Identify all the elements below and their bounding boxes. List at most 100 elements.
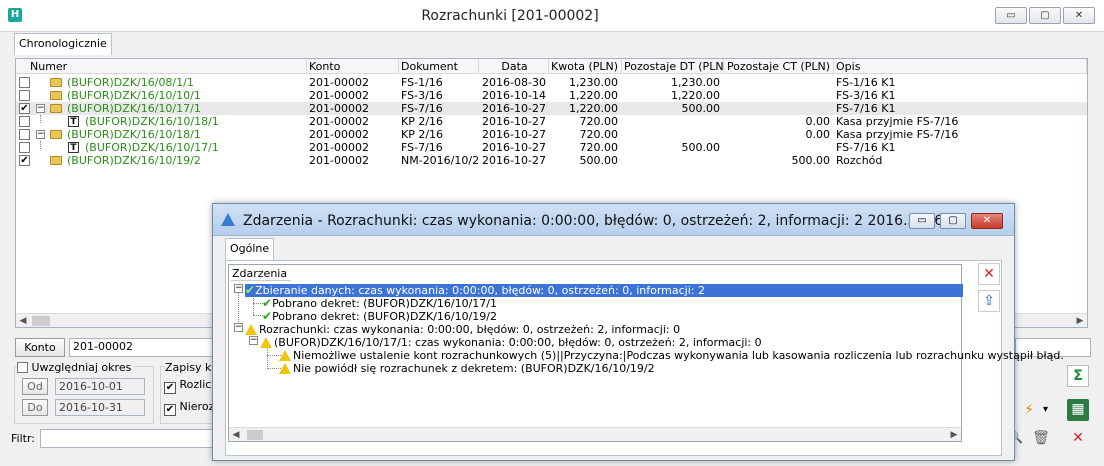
cell-opis: Rozchód [836,154,883,167]
tab-chronologicznie[interactable]: Chronologicznie [14,33,112,55]
trash-button[interactable]: 🗑 [1030,428,1052,450]
cell-dt: 1,220.00 [671,89,720,102]
tree-item-pobrano-2[interactable]: ✔Pobrano dekret: (BUFOR)DZK/16/10/19/2 [262,309,497,324]
folder-icon [50,104,62,113]
row-checkbox[interactable]: ✔ [19,155,30,166]
scroll-right-icon[interactable]: ▶ [1073,314,1087,328]
expander-dzk-17-1[interactable]: − [249,336,258,345]
tree-item-niemozliwe-ustalenie[interactable]: Niemożliwe ustalenie kont rozrachunkowyc… [279,349,1064,362]
col-header-kwota[interactable]: Kwota (PLN) [549,59,622,74]
dialog-maximize-button[interactable]: ▢ [940,213,966,229]
cell-konto: 201-00002 [309,128,369,141]
table-row[interactable]: T (BUFOR)DZK/16/10/17/1 201-00002 FS-7/16 20… [16,141,1087,154]
table-row[interactable]: T (BUFOR)DZK/16/10/18/1 201-00002 KP 2/16 20… [16,115,1087,128]
uwzgledniaj-okres-checkbox-row[interactable]: Uwzględniaj okres [17,361,135,374]
scroll-left-icon[interactable]: ◀ [16,314,30,328]
check-icon: ✔ [262,309,273,323]
col-header-dokument[interactable]: Dokument [399,59,479,74]
row-checkbox[interactable] [19,129,30,140]
cell-kwota: 720.00 [579,141,619,154]
tree-item-zbieranie-danych[interactable]: ✔Zbieranie danych: czas wykonania: 0:00:… [245,284,963,297]
export-icon: ⇪ [983,293,995,309]
col-header-pozostaje-ct[interactable]: Pozostaje CT (PLN) [724,59,834,74]
od-button[interactable]: Od [22,378,48,395]
cell-data: 2016-10-27 [482,102,546,115]
row-expander[interactable]: − [36,104,45,113]
lightning-icon: ⚡ [1024,402,1034,418]
scroll-thumb[interactable] [247,430,263,440]
tree-horizontal-scrollbar[interactable]: ◀ ▶ [229,427,961,441]
scroll-right-icon[interactable]: ▶ [947,428,961,442]
rozliczone-checkbox-row[interactable]: ✔ Rozlicz [164,378,217,394]
expander-rozrachunki[interactable]: − [234,323,243,332]
cell-dokument: FS-3/16 [401,89,443,102]
scroll-left-icon[interactable]: ◀ [229,428,243,442]
rozlicz-button[interactable]: ⚡ [1018,400,1040,422]
table-row[interactable]: ✔ − (BUFOR)DZK/16/10/17/1 201-00002 FS-7/16 2… [16,102,1087,115]
sum-button[interactable]: Σ [1067,365,1089,387]
window-title: Rozrachunki [201-00002] [421,8,599,24]
table-row[interactable]: ✔ (BUFOR)DZK/16/10/19/2 201-00002 NM-2016/1… [16,154,1087,167]
tree-header: Zdarzenia [231,267,291,281]
rozlicz-dropdown[interactable]: ▾ [1043,404,1053,415]
dialog-close-button[interactable]: ✕ [971,213,1003,229]
cell-opis: Kasa przyjmie FS-7/16 [836,128,959,141]
row-checkbox[interactable] [19,90,30,101]
maximize-button[interactable]: ▢ [1029,7,1061,24]
nierozliczone-checkbox-row[interactable]: ✔ Nierozl [164,400,217,416]
cell-konto: 201-00002 [309,141,369,154]
tab-ogolne[interactable]: Ogólne [225,238,275,260]
cell-numer: (BUFOR)DZK/16/10/19/2 [67,154,201,167]
col-header-konto[interactable]: Konto [307,59,399,74]
expander-zbieranie[interactable]: − [234,284,243,293]
cell-opis: FS-1/16 K1 [836,76,896,89]
document-t-icon: T [68,142,79,153]
tree-item-dzk-17-1[interactable]: (BUFOR)DZK/16/10/17/1: czas wykonania: 0… [260,336,762,349]
minimize-button[interactable]: ▭ [995,7,1027,24]
cell-dokument: FS-7/16 [401,141,443,154]
export-icon: ▦ [1071,401,1085,417]
table-row[interactable]: (BUFOR)DZK/16/08/1/1 201-00002 FS-1/16 2016… [16,76,1087,89]
cell-numer: (BUFOR)DZK/16/08/1/1 [67,76,194,89]
close-button[interactable]: ✕ [1063,7,1095,24]
table-row[interactable]: (BUFOR)DZK/16/10/10/1 201-00002 FS-3/16 201… [16,89,1087,102]
cell-dokument: FS-1/16 [401,76,443,89]
do-button[interactable]: Do [22,399,48,416]
row-checkbox[interactable]: ✔ [19,103,30,114]
scroll-thumb[interactable] [32,316,50,326]
col-header-data[interactable]: Data [479,59,549,74]
cell-ct [724,89,834,102]
od-date-input[interactable]: 2016-10-01 [55,378,145,395]
dialog-delete-button[interactable]: ✕ [978,263,1000,285]
do-date-input[interactable]: 2016-10-31 [55,399,145,416]
row-checkbox[interactable] [19,77,30,88]
cell-dt: 500.00 [681,141,721,154]
tree-item-rozrachunki[interactable]: Rozrachunki: czas wykonania: 0:00:00, bł… [245,323,680,336]
row-expander[interactable]: − [36,130,45,139]
filtr-input[interactable] [40,429,220,448]
zdarzenia-dialog: Zdarzenia - Rozrachunki: czas wykonania:… [212,203,1064,461]
dialog-export-button[interactable]: ⇪ [978,290,1000,312]
uwzgledniaj-okres-checkbox[interactable] [17,362,28,373]
cell-opis: FS-7/16 K1 [836,141,896,154]
konto-button[interactable]: Konto [15,338,65,357]
cell-dokument: NM-2016/10/2 [401,154,479,167]
export-button[interactable]: ▦ [1067,399,1089,421]
konto-input[interactable]: 201-00002 [69,338,229,357]
zdarzenia-tree[interactable]: Zdarzenia − ✔Zbieranie danych: czas wyko… [228,264,1064,442]
rozliczone-checkbox[interactable]: ✔ [164,382,176,394]
col-header-numer[interactable]: Numer [16,59,307,74]
dialog-minimize-button[interactable]: ▭ [909,213,935,229]
table-row[interactable]: − (BUFOR)DZK/16/10/18/1 201-00002 KP 2/16 20… [16,128,1087,141]
col-header-opis[interactable]: Opis [834,59,1087,74]
col-header-pozostaje-dt[interactable]: Pozostaje DT (PLN) [622,59,724,74]
nierozliczone-checkbox[interactable]: ✔ [164,404,176,416]
tree-item-pobrano-1[interactable]: ✔Pobrano dekret: (BUFOR)DZK/16/10/17/1 [262,297,497,311]
row-checkbox[interactable] [19,116,30,127]
cell-dt [622,128,724,141]
cell-kwota: 500.00 [579,154,619,167]
cell-ct: 0.00 [805,115,831,128]
tree-item-nie-powiodl-sie[interactable]: Nie powiódł się rozrachunek z dekretem: … [279,362,655,375]
close-window-button[interactable]: ✕ [1067,428,1089,450]
row-checkbox[interactable] [19,142,30,153]
